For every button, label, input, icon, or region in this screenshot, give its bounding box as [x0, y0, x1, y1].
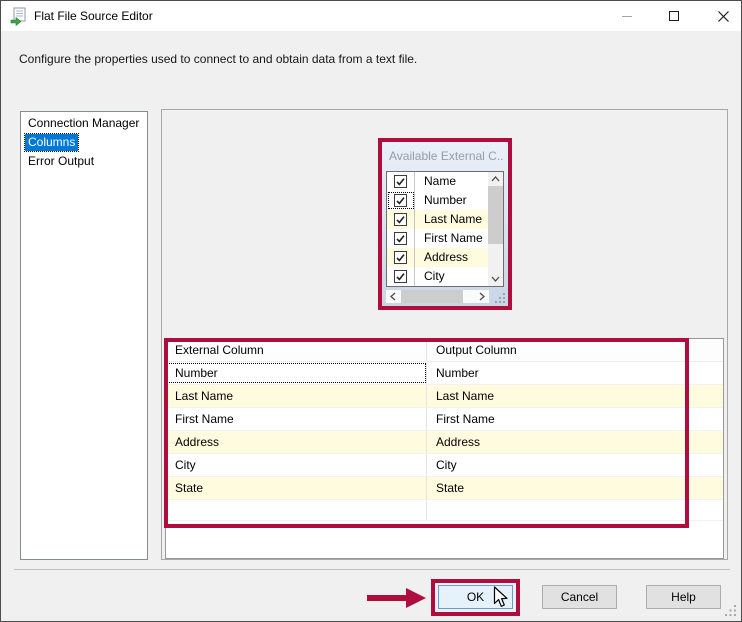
grid-empty-cell [427, 500, 723, 520]
grid-cell-output[interactable]: First Name [427, 408, 723, 430]
grid-row: First Name First Name [166, 408, 723, 431]
column-checkbox[interactable] [387, 172, 415, 191]
available-columns-list: Name Number Last Name First Name Address… [386, 171, 504, 287]
minimize-icon [622, 15, 632, 17]
maximize-icon [669, 11, 679, 21]
annotation-arrow-icon [367, 588, 426, 608]
cancel-button[interactable]: Cancel [542, 585, 617, 609]
checkbox-icon [394, 232, 407, 245]
available-column-row[interactable]: Name [387, 172, 503, 191]
grid-header-output-column: Output Column [427, 339, 723, 361]
ok-button[interactable]: OK [438, 585, 513, 609]
grid-cell-external[interactable]: First Name [166, 408, 427, 430]
maximize-button[interactable] [656, 1, 692, 31]
grid-row: City City [166, 454, 723, 477]
minimize-button [609, 1, 645, 31]
grid-row: State State [166, 477, 723, 500]
available-column-label: Number [424, 193, 467, 207]
close-icon [717, 10, 729, 22]
grid-header-row: External Column Output Column [166, 339, 723, 362]
grid-cell-output[interactable]: Number [427, 362, 723, 384]
available-column-label: City [424, 269, 445, 283]
checkbox-icon [394, 175, 407, 188]
checkbox-icon [394, 213, 407, 226]
grid-cell-external[interactable]: City [166, 454, 427, 476]
close-button[interactable] [704, 1, 741, 31]
available-column-label: Last Name [424, 212, 483, 226]
sidebar-item-label: Error Output [28, 154, 95, 168]
available-external-columns-box: Available External C... Name Number Last… [382, 142, 508, 306]
available-column-row[interactable]: Last Name [387, 210, 503, 229]
checkbox-icon [394, 194, 407, 207]
available-column-row[interactable]: First Name [387, 229, 503, 248]
scroll-left-icon[interactable] [386, 290, 400, 303]
checkbox-icon [394, 251, 407, 264]
grid-cell-external[interactable]: Number [166, 362, 427, 384]
flat-file-source-editor-dialog: Flat File Source Editor Configure the pr… [0, 0, 742, 622]
scroll-right-icon[interactable] [475, 290, 489, 303]
available-column-row[interactable]: Number [387, 191, 503, 210]
grid-row: Last Name Last Name [166, 385, 723, 408]
column-checkbox[interactable] [387, 191, 415, 210]
column-mapping-grid: External Column Output Column Number Num… [165, 338, 724, 559]
grid-cell-external[interactable]: Last Name [166, 385, 427, 407]
grid-cell-output[interactable]: City [427, 454, 723, 476]
available-column-row[interactable]: City [387, 267, 503, 286]
sidebar-item-error-output[interactable]: Error Output [21, 152, 147, 171]
grid-cell-external[interactable]: State [166, 477, 427, 499]
sidebar-item-connection-manager[interactable]: Connection Manager [21, 114, 147, 133]
checkbox-icon [394, 270, 407, 283]
dialog-description: Configure the properties used to connect… [19, 52, 418, 66]
grid-cell-output[interactable]: Address [427, 431, 723, 453]
available-column-label: Address [424, 250, 469, 264]
horizontal-scrollbar[interactable] [386, 290, 489, 303]
app-icon [10, 7, 26, 26]
dialog-resize-grip-icon[interactable] [725, 605, 737, 617]
titlebar: Flat File Source Editor [1, 1, 741, 31]
vertical-scroll-thumb[interactable] [488, 186, 503, 244]
grid-empty-row [166, 500, 723, 521]
column-checkbox[interactable] [387, 229, 415, 248]
grid-cell-output[interactable]: State [427, 477, 723, 499]
grid-empty-cell [166, 500, 427, 520]
grid-row: Number Number [166, 362, 723, 385]
footer-separator [14, 569, 730, 570]
grid-cell-external[interactable]: Address [166, 431, 427, 453]
available-column-label: Name [424, 174, 457, 188]
help-button[interactable]: Help [646, 585, 721, 609]
horizontal-scroll-thumb[interactable] [401, 290, 463, 303]
vertical-scrollbar[interactable] [488, 172, 503, 286]
scroll-up-icon[interactable] [488, 172, 503, 186]
column-checkbox[interactable] [387, 210, 415, 229]
column-checkbox[interactable] [387, 267, 415, 286]
resize-grip-icon[interactable] [495, 293, 505, 303]
grid-header-external-column: External Column [166, 339, 427, 361]
sidebar-item-label: Columns [23, 133, 80, 152]
window-title: Flat File Source Editor [34, 9, 153, 23]
page-list: Connection Manager Columns Error Output [20, 111, 148, 560]
available-column-row[interactable]: Address [387, 248, 503, 267]
sidebar-item-label: Connection Manager [28, 116, 140, 130]
scroll-down-icon[interactable] [488, 272, 503, 286]
sidebar-item-columns[interactable]: Columns [21, 133, 147, 152]
grid-cell-output[interactable]: Last Name [427, 385, 723, 407]
column-checkbox[interactable] [387, 248, 415, 267]
available-column-label: First Name [424, 231, 483, 245]
grid-row: Address Address [166, 431, 723, 454]
available-columns-title: Available External C... [389, 149, 503, 163]
